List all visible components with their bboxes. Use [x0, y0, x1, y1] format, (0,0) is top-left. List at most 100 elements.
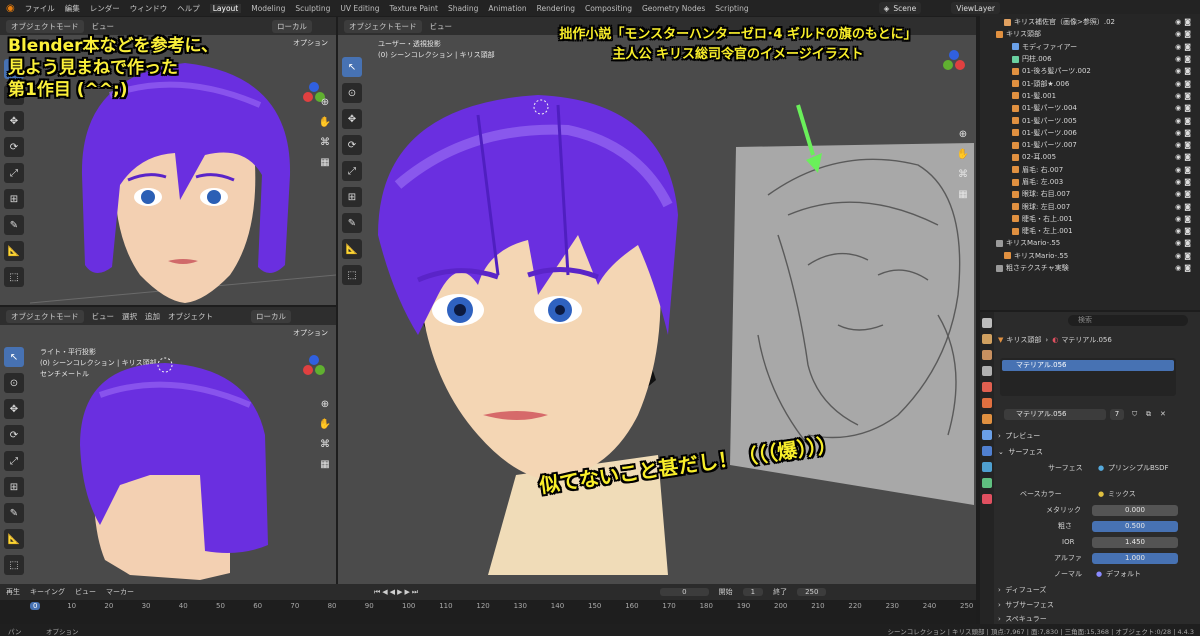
rotate-tool-icon[interactable]: ⟳	[4, 137, 24, 157]
menu-window[interactable]: ウィンドウ	[130, 3, 168, 14]
section-specular[interactable]: › スペキュラー	[998, 613, 1196, 624]
outliner-row[interactable]: キリス補佐官（画像>参照）.02 ◉◙	[980, 16, 1200, 28]
timeline-menu-keying[interactable]: キーイング	[30, 587, 65, 597]
outliner-row[interactable]: 円柱.006 ◉◙	[980, 53, 1200, 65]
viewport-front[interactable]: オブジェクトモード ビュー ローカル オプション ⊕ ✋ ⌘ ▦ ↖ ⊙ ✥ ⟳…	[0, 17, 336, 305]
material-slot-active[interactable]: マテリアル.056	[1002, 360, 1174, 371]
viewport-front-transform[interactable]: ローカル	[272, 19, 312, 33]
gizmo-side-y[interactable]	[315, 365, 325, 375]
viewport-main-menu-view[interactable]: ビュー	[430, 21, 453, 32]
world-tab-icon[interactable]	[982, 398, 992, 408]
data-tab-icon[interactable]	[982, 478, 992, 488]
blender-logo-icon[interactable]: ◉	[6, 3, 15, 14]
viewport-front-mode[interactable]: オブジェクトモード	[6, 19, 84, 33]
visibility-icon[interactable]: ◉◙	[1175, 67, 1194, 75]
zoom-icon[interactable]: ⊕	[318, 95, 332, 109]
surface-value[interactable]: プリンシプルBSDF	[1108, 463, 1169, 473]
tab-sculpting[interactable]: Sculpting	[295, 4, 330, 13]
outliner-row[interactable]: モディファイアー ◉◙	[980, 41, 1200, 53]
annotate-tool-icon[interactable]: ✎	[4, 503, 24, 523]
viewport-side-menu-view[interactable]: ビュー	[92, 311, 115, 322]
visibility-icon[interactable]: ◉◙	[1175, 30, 1194, 38]
viewport-side-mode[interactable]: オブジェクトモード	[6, 309, 84, 323]
camera-icon[interactable]: ⌘	[956, 167, 970, 181]
visibility-icon[interactable]: ◉◙	[1175, 55, 1194, 63]
camera-icon[interactable]: ⌘	[318, 437, 332, 451]
viewport-front-menu-view[interactable]: ビュー	[92, 21, 115, 32]
scale-tool-icon[interactable]: ⤢	[4, 451, 24, 471]
visibility-icon[interactable]: ◉◙	[1175, 190, 1194, 198]
outliner-row[interactable]: 01-髪パーツ.007 ◉◙	[980, 139, 1200, 151]
roughness-field[interactable]: 0.500	[1092, 520, 1178, 532]
visibility-icon[interactable]: ◉◙	[1175, 129, 1194, 137]
grid-icon[interactable]: ▦	[318, 155, 332, 169]
gizmo-side-z[interactable]	[309, 355, 319, 365]
outliner-row[interactable]: 01-頭部★.006 ◉◙	[980, 77, 1200, 89]
visibility-icon[interactable]: ◉◙	[1175, 203, 1194, 211]
visibility-icon[interactable]: ◉◙	[1175, 18, 1194, 26]
transform-tool-icon[interactable]: ⊞	[4, 189, 24, 209]
outliner-row[interactable]: キリス頭部 ◉◙	[980, 28, 1200, 40]
zoom-icon[interactable]: ⊕	[956, 127, 970, 141]
outliner-row[interactable]: 01-髪パーツ.004 ◉◙	[980, 102, 1200, 114]
view-layer-tab-icon[interactable]	[982, 366, 992, 376]
scene-tab-icon[interactable]	[982, 382, 992, 392]
outliner-row[interactable]: 01-髪.001 ◉◙	[980, 90, 1200, 102]
hand-pan-icon[interactable]: ✋	[318, 115, 332, 129]
outliner-row[interactable]: キリスMario-.55 ◉◙	[980, 237, 1200, 249]
cursor-tool-icon[interactable]: ⊙	[4, 373, 24, 393]
section-preview[interactable]: › プレビュー	[998, 430, 1196, 442]
visibility-icon[interactable]: ◉◙	[1175, 141, 1194, 149]
transform-tool-icon[interactable]: ⊞	[342, 187, 362, 207]
menu-help[interactable]: ヘルプ	[177, 3, 200, 14]
visibility-icon[interactable]: ◉◙	[1175, 104, 1194, 112]
menu-edit[interactable]: 編集	[65, 3, 80, 14]
outliner-row[interactable]: 02-耳.005 ◉◙	[980, 151, 1200, 163]
viewport-side-menu-object[interactable]: オブジェクト	[168, 311, 213, 322]
hand-pan-icon[interactable]: ✋	[956, 147, 970, 161]
add-cube-tool-icon[interactable]: ⬚	[4, 555, 24, 575]
properties-search[interactable]: 検索	[998, 314, 1196, 326]
zoom-icon[interactable]: ⊕	[318, 397, 332, 411]
output-tab-icon[interactable]	[982, 350, 992, 360]
gizmo-z[interactable]	[309, 82, 319, 92]
ior-field[interactable]: 1.450	[1092, 536, 1178, 548]
move-tool-icon[interactable]: ✥	[342, 109, 362, 129]
viewport-side-transform[interactable]: ローカル	[251, 309, 291, 323]
visibility-icon[interactable]: ◉◙	[1175, 43, 1194, 51]
visibility-icon[interactable]: ◉◙	[1175, 117, 1194, 125]
hand-pan-icon[interactable]: ✋	[318, 417, 332, 431]
tab-layout[interactable]: Layout	[209, 3, 242, 13]
outliner-row[interactable]: 眼球: 右目.007 ◉◙	[980, 188, 1200, 200]
rotate-tool-icon[interactable]: ⟳	[4, 425, 24, 445]
visibility-icon[interactable]: ◉◙	[1175, 252, 1194, 260]
tab-uv-editing[interactable]: UV Editing	[340, 4, 379, 13]
duplicate-icon[interactable]: ⧉	[1146, 410, 1151, 419]
visibility-icon[interactable]: ◉◙	[1175, 215, 1194, 223]
visibility-icon[interactable]: ◉◙	[1175, 227, 1194, 235]
section-subsurface[interactable]: › サブサーフェス	[998, 599, 1196, 611]
scale-tool-icon[interactable]: ⤢	[4, 163, 24, 183]
gizmo-side-x[interactable]	[303, 365, 313, 375]
grid-icon[interactable]: ▦	[318, 457, 332, 471]
outliner-row[interactable]: 眼球: 左目.007 ◉◙	[980, 200, 1200, 212]
add-cube-tool-icon[interactable]: ⬚	[342, 265, 362, 285]
move-tool-icon[interactable]: ✥	[4, 399, 24, 419]
rotate-tool-icon[interactable]: ⟳	[342, 135, 362, 155]
start-frame-field[interactable]: 1	[742, 588, 764, 596]
visibility-icon[interactable]: ◉◙	[1175, 80, 1194, 88]
viewport-side-menu-add[interactable]: 追加	[145, 311, 160, 322]
scale-tool-icon[interactable]: ⤢	[342, 161, 362, 181]
particles-tab-icon[interactable]	[982, 446, 992, 456]
outliner-row[interactable]: キリスMario-.55 ◉◙	[980, 250, 1200, 262]
tab-compositing[interactable]: Compositing	[585, 4, 632, 13]
render-tab-icon[interactable]	[982, 334, 992, 344]
tab-scripting[interactable]: Scripting	[715, 4, 748, 13]
outliner-row[interactable]: 眉毛: 左.003 ◉◙	[980, 176, 1200, 188]
outliner-row[interactable]: 粗さテクスチャ実験 ◉◙	[980, 262, 1200, 274]
fake-user-shield-icon[interactable]: ⛉	[1132, 410, 1137, 419]
viewlayer-selector[interactable]: ViewLayer	[951, 2, 1000, 14]
section-diffuse[interactable]: › ディフューズ	[998, 584, 1196, 596]
viewport-side[interactable]: オブジェクトモード ビュー 選択 追加 オブジェクト ローカル オプション ライ…	[0, 307, 336, 584]
timeline-menu-marker[interactable]: マーカー	[106, 587, 134, 597]
